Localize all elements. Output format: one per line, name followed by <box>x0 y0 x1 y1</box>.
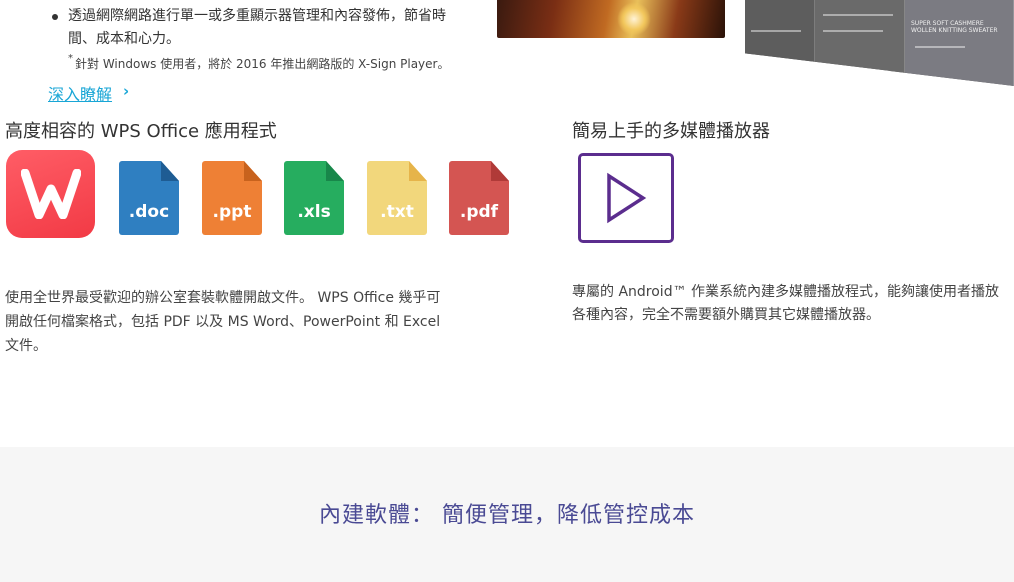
pdf-file-icon: .pdf <box>449 161 509 235</box>
chevron-right-icon[interactable]: › <box>123 82 129 100</box>
xls-file-label: .xls <box>297 202 331 222</box>
learn-more-link[interactable]: 深入瞭解 <box>48 81 112 105</box>
footnote-text: 針對 Windows 使用者，將於 2016 年推出網路版的 X-Sign Pl… <box>75 57 450 71</box>
wps-w-icon <box>20 169 81 219</box>
media-player-section-title: 簡易上手的多媒體播放器 <box>572 121 770 142</box>
media-player-description: 專屬的 Android™ 作業系統內建多媒體播放程式，能夠讓使用者播放各種內容，… <box>572 284 1000 323</box>
feature-bullet-text: 透過網際網路進行單一或多重顯示器管理和內容發佈，節省時間、成本和心力。 <box>68 8 446 47</box>
wps-office-icon <box>6 150 95 238</box>
menu-board-text: SUPER SOFT CASHMERE WOLLEN KNITTING SWEA… <box>911 20 998 34</box>
doc-file-label: .doc <box>128 202 170 222</box>
builtin-software-heading: 內建軟體： 簡便管理，降低管控成本 <box>319 503 695 528</box>
wps-description: 使用全世界最受歡迎的辦公室套裝軟體開啟文件。 WPS Office 幾乎可開啟任… <box>5 290 441 354</box>
food-product-image <box>497 0 725 38</box>
play-icon <box>607 172 647 224</box>
xls-file-icon: .xls <box>284 161 344 235</box>
footnote: * 針對 Windows 使用者，將於 2016 年推出網路版的 X-Sign P… <box>68 52 488 73</box>
footnote-mark: * <box>68 53 73 64</box>
bullet-dot <box>52 14 58 20</box>
doc-file-icon: .doc <box>119 161 179 235</box>
ppt-file-label: .ppt <box>212 202 252 222</box>
wps-section-title: 高度相容的 WPS Office 應用程式 <box>5 121 277 142</box>
ppt-file-icon: .ppt <box>202 161 262 235</box>
txt-file-icon: .txt <box>367 161 427 235</box>
digital-menu-board-image: SUPER SOFT CASHMERE WOLLEN KNITTING SWEA… <box>745 0 1014 86</box>
media-player-play-icon <box>578 153 674 243</box>
txt-file-label: .txt <box>380 202 414 222</box>
pdf-file-label: .pdf <box>459 202 499 222</box>
